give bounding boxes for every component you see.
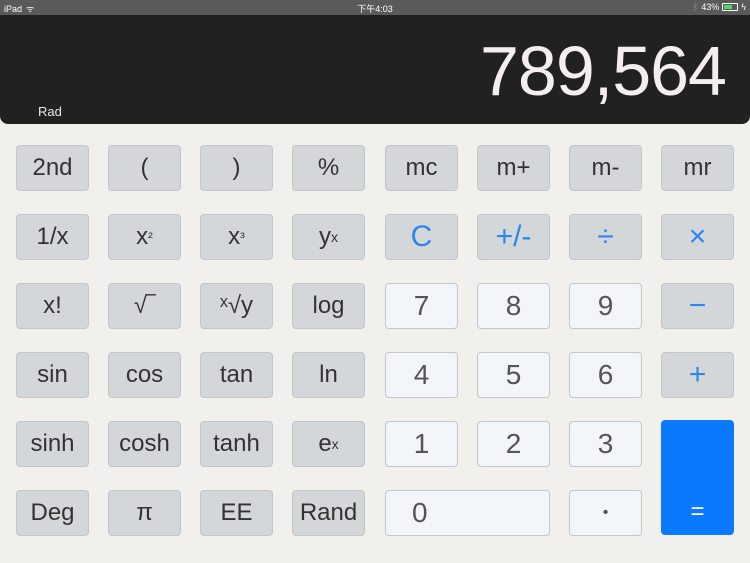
memory-add-button[interactable]: m+ [477, 145, 550, 191]
multiply-button[interactable]: × [661, 214, 734, 260]
close-paren-button[interactable]: ) [200, 145, 273, 191]
power-base: y [319, 223, 331, 250]
memory-recall-button[interactable]: mr [661, 145, 734, 191]
memory-subtract-button[interactable]: m- [569, 145, 642, 191]
exp-button[interactable]: ex [292, 421, 365, 467]
plus-button[interactable]: + [661, 352, 734, 398]
sinh-button[interactable]: sinh [16, 421, 89, 467]
digit-6-button[interactable]: 6 [569, 352, 642, 398]
exponent-entry-button[interactable]: EE [200, 490, 273, 536]
power-button[interactable]: yx [292, 214, 365, 260]
digit-4-button[interactable]: 4 [385, 352, 458, 398]
square-root-button[interactable]: √‾ [108, 283, 181, 329]
nth-root-button[interactable]: ˣ√y [200, 283, 273, 329]
equals-button[interactable]: = [661, 420, 734, 535]
minus-button[interactable]: − [661, 283, 734, 329]
second-function-button[interactable]: 2nd [16, 145, 89, 191]
digit-3-button[interactable]: 3 [569, 421, 642, 467]
digit-2-button[interactable]: 2 [477, 421, 550, 467]
digit-9-button[interactable]: 9 [569, 283, 642, 329]
digit-0-button[interactable]: 0 [385, 490, 550, 536]
clear-button[interactable]: C [385, 214, 458, 260]
exp-exp: x [331, 436, 339, 452]
display-value: 789,564 [479, 32, 727, 110]
random-button[interactable]: Rand [292, 490, 365, 536]
power-exp: x [331, 229, 338, 245]
divide-button[interactable]: ÷ [569, 214, 642, 260]
reciprocal-button[interactable]: 1/x [16, 214, 89, 260]
open-paren-button[interactable]: ( [108, 145, 181, 191]
memory-clear-button[interactable]: mc [385, 145, 458, 191]
cos-button[interactable]: cos [108, 352, 181, 398]
battery-percent: 43% [701, 2, 720, 12]
digit-1-button[interactable]: 1 [385, 421, 458, 467]
cosh-button[interactable]: cosh [108, 421, 181, 467]
digit-8-button[interactable]: 8 [477, 283, 550, 329]
degree-mode-button[interactable]: Deg [16, 490, 89, 536]
tan-button[interactable]: tan [200, 352, 273, 398]
cube-base: x [228, 223, 241, 250]
decimal-button[interactable]: • [569, 490, 642, 536]
charging-icon: ϟ [741, 2, 746, 12]
exp-base: e [318, 430, 332, 457]
calculator-display: 789,564 Rad [0, 15, 750, 124]
square-base: x [136, 223, 149, 250]
factorial-button[interactable]: x! [16, 283, 89, 329]
percent-button[interactable]: % [292, 145, 365, 191]
digit-7-button[interactable]: 7 [385, 283, 458, 329]
negate-button[interactable]: +/- [477, 214, 550, 260]
pi-button[interactable]: π [108, 490, 181, 536]
angle-mode-indicator: Rad [38, 104, 62, 119]
sin-button[interactable]: sin [16, 352, 89, 398]
bluetooth-icon: ᛒ [692, 2, 699, 12]
clock: 下午4:03 [357, 4, 393, 14]
square-button[interactable]: x² [108, 214, 181, 260]
tanh-button[interactable]: tanh [200, 421, 273, 467]
cube-exp: ³ [240, 229, 245, 245]
battery-icon [722, 3, 739, 11]
digit-5-button[interactable]: 5 [477, 352, 550, 398]
log-button[interactable]: log [292, 283, 365, 329]
status-bar: iPad ᯤ 下午4:03 ᛒ 43% ϟ [0, 0, 750, 15]
ln-button[interactable]: ln [292, 352, 365, 398]
square-exp: ² [148, 229, 153, 245]
cube-button[interactable]: x³ [200, 214, 273, 260]
